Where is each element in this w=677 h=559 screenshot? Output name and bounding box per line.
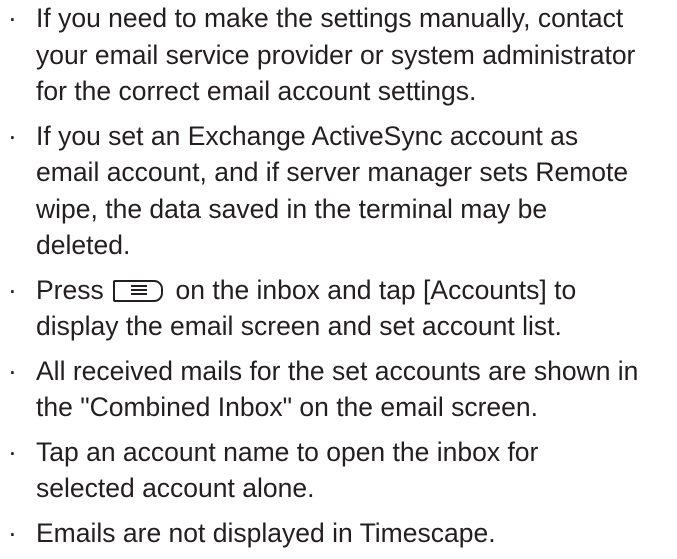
note-line: Emails are not displayed in Timescape. (36, 517, 496, 548)
bullet-marker: · (8, 120, 17, 151)
bullet-marker: · (8, 3, 17, 33)
bullet-marker: · (8, 274, 17, 305)
note-line: If you need to make the settings manuall… (36, 3, 624, 33)
note-line: the "Combined Inbox" on the email screen… (36, 392, 538, 422)
notes-list: · If you need to make the settings manua… (8, 0, 673, 559)
note-manual-settings: · If you need to make the settings manua… (8, 0, 673, 110)
note-line: your email service provider or system ad… (36, 39, 636, 70)
note-text-inbox-accounts: on the inbox and tap [Accounts] to (175, 274, 577, 305)
note-line: email account, and if server manager set… (36, 157, 629, 187)
note-timescape: · Emails are not displayed in Timescape. (8, 515, 673, 552)
note-line: Tap an account name to open the inbox fo… (36, 436, 539, 467)
menu-key-icon (113, 279, 164, 302)
note-exchange-remote-wipe: · If you set an Exchange ActiveSync acco… (8, 118, 673, 264)
note-line: display the email screen and set account… (36, 311, 562, 341)
note-combined-inbox: · All received mails for the set account… (8, 353, 673, 426)
note-line: All received mails for the set accounts … (36, 355, 639, 386)
note-line: If you set an Exchange ActiveSync accoun… (36, 120, 579, 151)
bullet-marker: · (8, 355, 17, 386)
bullet-marker: · (8, 517, 17, 548)
note-line: wipe, the data saved in the terminal may… (36, 193, 548, 224)
note-line: deleted. (36, 230, 131, 260)
note-line: selected account alone. (36, 473, 315, 503)
note-line: for the correct email account settings. (36, 76, 477, 106)
note-line: Press on the inbox and tap [Accounts] to (36, 272, 673, 309)
note-account-inbox: · Tap an account name to open the inbox … (8, 434, 673, 507)
note-text-press: Press (36, 274, 104, 305)
bullet-marker: · (8, 436, 17, 467)
note-accounts-menu: · Press on the inbox and tap [Accounts] … (8, 272, 673, 345)
